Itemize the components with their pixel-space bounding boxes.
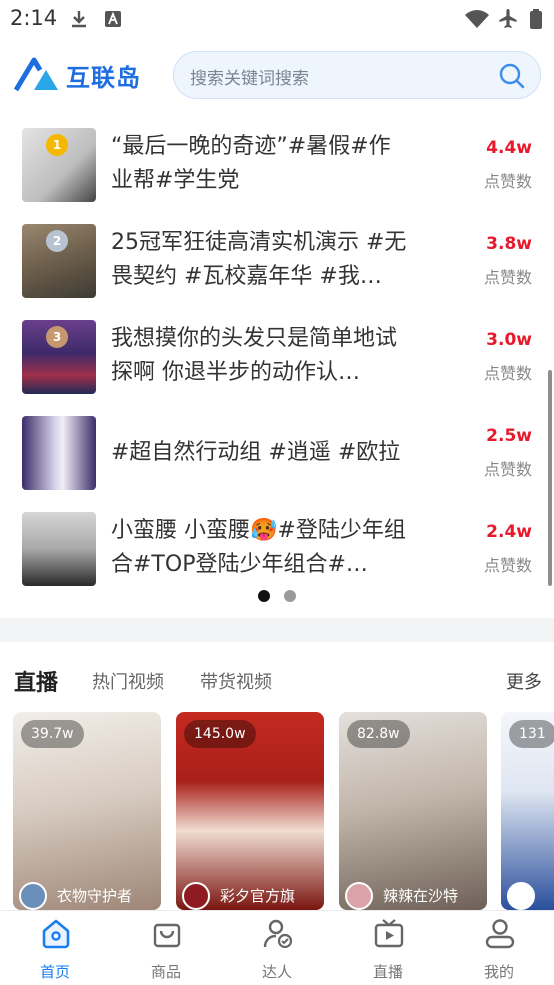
video-title[interactable]: 25冠军狂徒高清实机演示 #无畏契约 #瓦校嘉年华 #我… xyxy=(111,226,411,294)
status-bar: 2:14 xyxy=(0,0,554,38)
nav-label: 我的 xyxy=(483,963,514,981)
logo-text: 互联岛 xyxy=(66,64,141,92)
keyboard-a-icon xyxy=(105,11,121,27)
viewer-count: 82.8w xyxy=(347,720,410,748)
nav-label: 达人 xyxy=(261,963,292,981)
like-count: 3.8w xyxy=(486,234,532,254)
wifi-icon xyxy=(465,10,489,28)
like-count: 2.5w xyxy=(486,426,532,446)
viewer-count: 39.7w xyxy=(21,720,84,748)
avatar[interactable] xyxy=(345,882,373,910)
carousel-pagination xyxy=(258,590,298,604)
tab-commerce-videos[interactable]: 带货视频 xyxy=(200,668,272,694)
nav-experts[interactable]: 达人 xyxy=(222,911,332,985)
live-host: 衣物守护者 xyxy=(19,880,159,910)
tab-hot-videos[interactable]: 热门视频 xyxy=(92,668,164,694)
video-title[interactable]: #超自然行动组 #逍遥 #欧拉 xyxy=(111,436,411,470)
video-title[interactable]: 我想摸你的头发只是简单地试探啊 你退半步的动作认… xyxy=(111,322,411,390)
search-input[interactable]: 搜索关键词搜索 xyxy=(173,51,541,99)
viewer-count: 145.0w xyxy=(184,720,256,748)
like-count-label: 点赞数 xyxy=(483,268,532,287)
pagination-dot-active[interactable] xyxy=(258,590,270,602)
live-card[interactable]: 82.8w 辣辣在沙特 xyxy=(339,712,487,910)
live-card[interactable]: 145.0w 彩夕官方旗 xyxy=(176,712,324,910)
shopping-bag-icon xyxy=(153,923,181,948)
ranking-item-2[interactable]: 2 25冠军狂徒高清实机演示 #无畏契约 #瓦校嘉年华 #我… 3.8w 点赞数 xyxy=(0,214,554,310)
live-card-list: 39.7w 衣物守护者 145.0w 彩夕官方旗 82.8w 辣辣在沙特 131 xyxy=(0,712,554,910)
battery-icon xyxy=(530,9,542,29)
status-time: 2:14 xyxy=(10,6,58,30)
expert-user-icon xyxy=(263,919,293,949)
home-icon xyxy=(42,919,70,949)
like-count: 2.4w xyxy=(486,522,532,542)
video-thumbnail[interactable] xyxy=(22,416,96,490)
video-title[interactable]: 小蛮腰 小蛮腰🥵#登陆少年组合#TOP登陆少年组合#… xyxy=(111,514,411,582)
profile-icon xyxy=(485,919,515,949)
more-link[interactable]: 更多 xyxy=(506,668,542,694)
avatar[interactable] xyxy=(507,882,535,910)
content-tabs: 直播 热门视频 带货视频 更多 xyxy=(0,660,554,704)
nav-live[interactable]: 直播 xyxy=(333,911,443,985)
like-count: 4.4w xyxy=(486,138,532,158)
download-icon xyxy=(72,11,86,28)
video-title[interactable]: “最后一晚的奇迹”#暑假#作业帮#学生党 xyxy=(111,130,411,198)
host-name: 辣辣在沙特 xyxy=(383,887,459,905)
rank-badge: 3 xyxy=(46,326,68,348)
logo-mark-icon xyxy=(14,57,58,92)
bottom-nav: 首页 商品 达人 直播 我的 xyxy=(0,910,554,984)
app-logo[interactable]: 互联岛 xyxy=(14,54,144,94)
ranking-item-4[interactable]: #超自然行动组 #逍遥 #欧拉 2.5w 点赞数 xyxy=(0,406,554,502)
avatar[interactable] xyxy=(182,882,210,910)
tab-live[interactable]: 直播 xyxy=(14,665,58,697)
video-thumbnail[interactable] xyxy=(22,512,96,586)
live-host xyxy=(507,880,554,910)
app-header: 互联岛 搜索关键词搜索 xyxy=(0,44,554,106)
nav-profile[interactable]: 我的 xyxy=(444,911,554,985)
viewer-count: 131 xyxy=(509,720,554,748)
ranking-item-5[interactable]: 小蛮腰 小蛮腰🥵#登陆少年组合#TOP登陆少年组合#… 2.4w 点赞数 xyxy=(0,502,554,598)
ranking-list: 1 “最后一晚的奇迹”#暑假#作业帮#学生党 4.4w 点赞数 2 25冠军狂徒… xyxy=(0,118,554,594)
ranking-item-3[interactable]: 3 我想摸你的头发只是简单地试探啊 你退半步的动作认… 3.0w 点赞数 xyxy=(0,310,554,406)
host-name: 彩夕官方旗 xyxy=(220,887,296,905)
nav-label: 首页 xyxy=(39,963,70,981)
rank-badge: 2 xyxy=(46,230,68,252)
avatar[interactable] xyxy=(19,882,47,910)
nav-label: 商品 xyxy=(150,963,181,981)
host-name: 衣物守护者 xyxy=(57,887,133,905)
search-placeholder: 搜索关键词搜索 xyxy=(190,69,309,89)
search-icon[interactable] xyxy=(498,62,526,90)
rank-badge: 1 xyxy=(46,134,68,156)
nav-products[interactable]: 商品 xyxy=(111,911,221,985)
pagination-dot[interactable] xyxy=(284,590,296,602)
like-count-label: 点赞数 xyxy=(483,172,532,191)
ranking-item-1[interactable]: 1 “最后一晚的奇迹”#暑假#作业帮#学生党 4.4w 点赞数 xyxy=(0,118,554,214)
live-card[interactable]: 131 xyxy=(501,712,554,910)
live-card[interactable]: 39.7w 衣物守护者 xyxy=(13,712,161,910)
section-divider xyxy=(0,618,554,642)
nav-home[interactable]: 首页 xyxy=(0,911,110,985)
live-host: 辣辣在沙特 xyxy=(345,880,485,910)
like-count: 3.0w xyxy=(486,330,532,350)
live-tv-icon xyxy=(374,919,404,948)
airplane-icon xyxy=(499,9,517,28)
like-count-label: 点赞数 xyxy=(483,556,532,575)
nav-label: 直播 xyxy=(372,963,403,981)
like-count-label: 点赞数 xyxy=(483,364,532,383)
live-host: 彩夕官方旗 xyxy=(182,880,322,910)
like-count-label: 点赞数 xyxy=(483,460,532,479)
scrollbar[interactable] xyxy=(548,370,552,586)
